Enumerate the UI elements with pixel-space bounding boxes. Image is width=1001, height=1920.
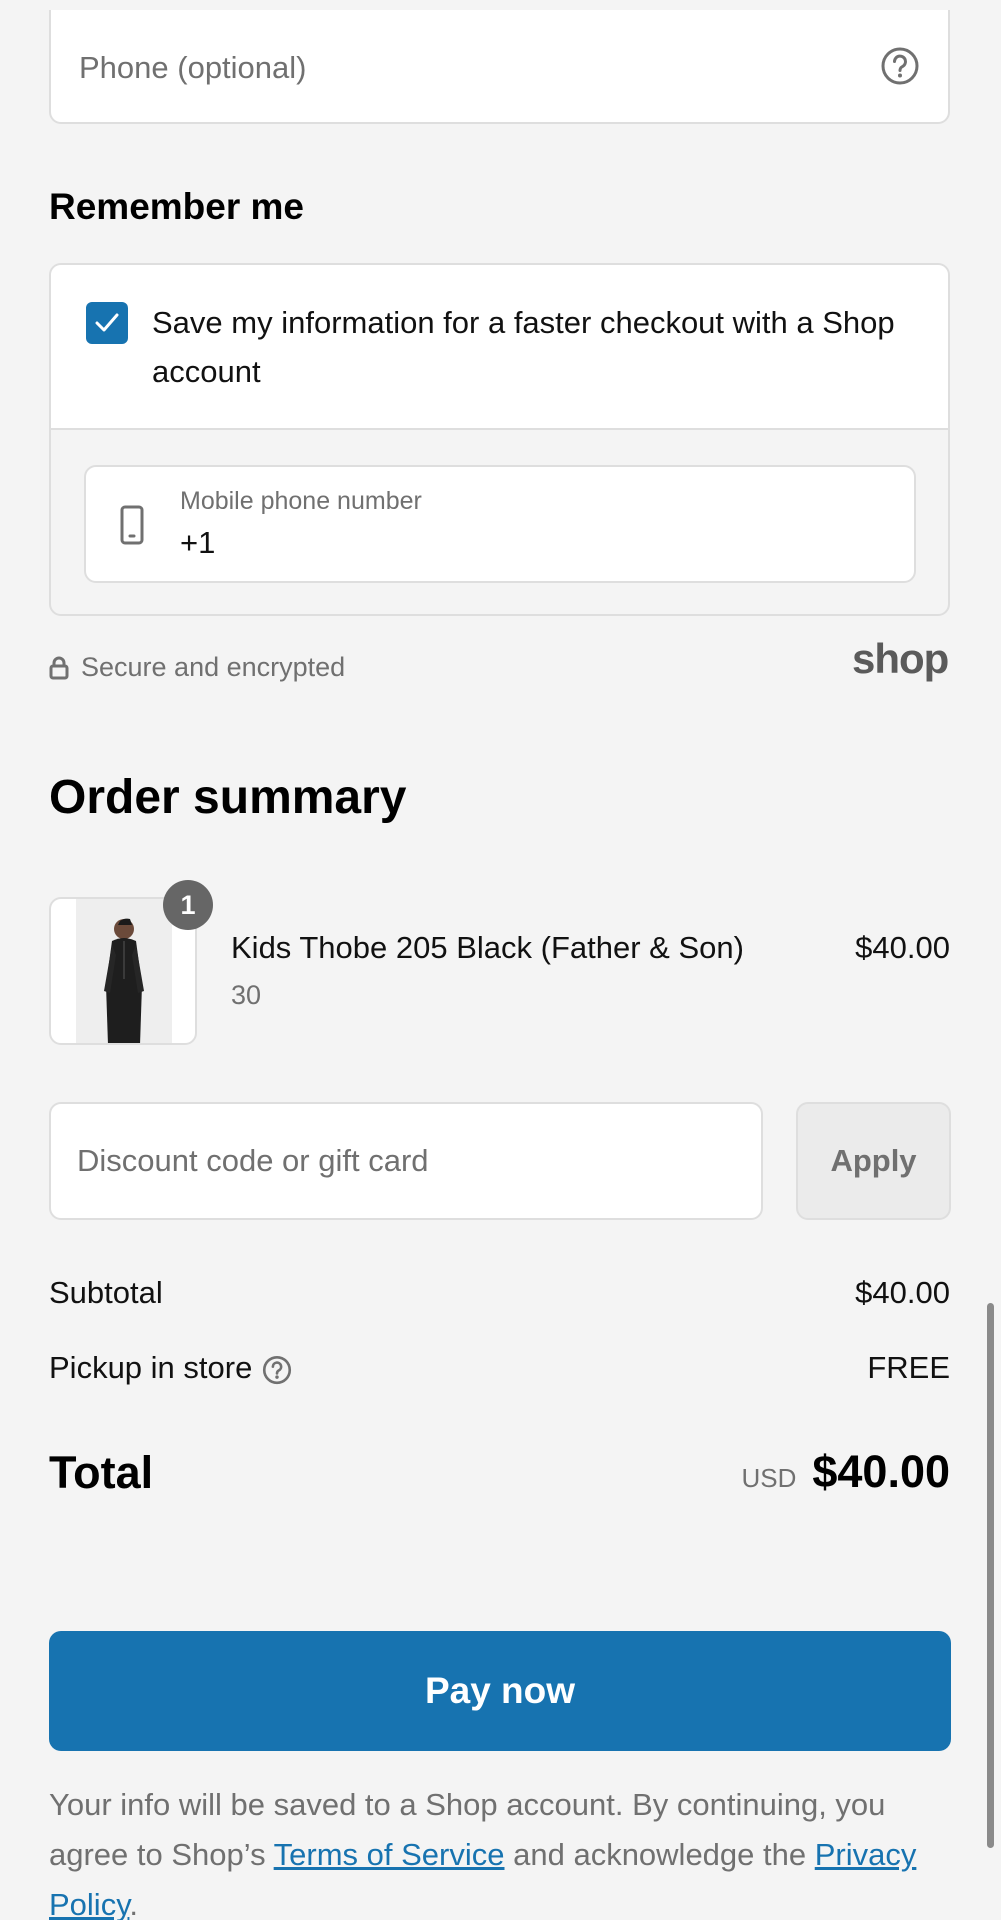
total-currency: USD [741, 1463, 797, 1493]
product-image [76, 899, 172, 1043]
remember-me-heading: Remember me [49, 186, 305, 227]
shipping-row: Pickup in store [49, 1350, 292, 1386]
product-name: Kids Thobe 205 Black (Father & Son) [231, 930, 744, 965]
save-info-label[interactable]: Save my information for a faster checkou… [152, 298, 912, 396]
shipping-value: FREE [867, 1350, 950, 1385]
help-icon[interactable] [880, 46, 920, 86]
lock-icon [49, 656, 69, 679]
shipping-help-icon[interactable] [262, 1355, 292, 1385]
total-amount: $40.00 [812, 1446, 950, 1497]
legal-text-middle: and acknowledge the [504, 1837, 815, 1872]
checkout-page: Phone (optional) Remember me Save my inf… [0, 0, 1001, 1920]
secure-note: Secure and encrypted [49, 652, 345, 683]
remember-me-option: Save my information for a faster checkou… [51, 265, 948, 430]
save-info-checkbox[interactable] [86, 302, 128, 344]
order-summary-heading: Order summary [49, 771, 407, 824]
phone-field-placeholder: Phone (optional) [79, 50, 307, 85]
discount-code-input[interactable] [49, 1102, 763, 1220]
scrollbar-thumb[interactable] [987, 1303, 994, 1848]
subtotal-value: $40.00 [855, 1275, 950, 1310]
checkmark-icon [95, 313, 119, 332]
mobile-phone-value: +1 [180, 525, 216, 560]
terms-of-service-link[interactable]: Terms of Service [274, 1837, 505, 1872]
secure-text: Secure and encrypted [81, 652, 346, 682]
product-price: $40.00 [855, 930, 950, 965]
total-label: Total [49, 1447, 154, 1498]
subtotal-label: Subtotal [49, 1275, 163, 1310]
legal-notice: Your info will be saved to a Shop accoun… [49, 1780, 949, 1920]
shipping-label: Pickup in store [49, 1350, 253, 1385]
shop-logo: shop [852, 635, 949, 682]
remember-me-box: Save my information for a faster checkou… [49, 263, 950, 616]
quantity-badge: 1 [163, 880, 213, 930]
mobile-phone-field[interactable]: Mobile phone number +1 [84, 465, 916, 583]
mobile-phone-label: Mobile phone number [180, 487, 422, 515]
phone-field[interactable]: Phone (optional) [49, 10, 950, 124]
product-variant: 30 [231, 980, 262, 1010]
legal-text-after: . [129, 1887, 139, 1920]
apply-discount-button[interactable]: Apply [796, 1102, 951, 1220]
pay-now-button[interactable]: Pay now [49, 1631, 951, 1751]
mobile-phone-icon [120, 505, 144, 545]
total-value-group: USD $40.00 [741, 1446, 950, 1498]
